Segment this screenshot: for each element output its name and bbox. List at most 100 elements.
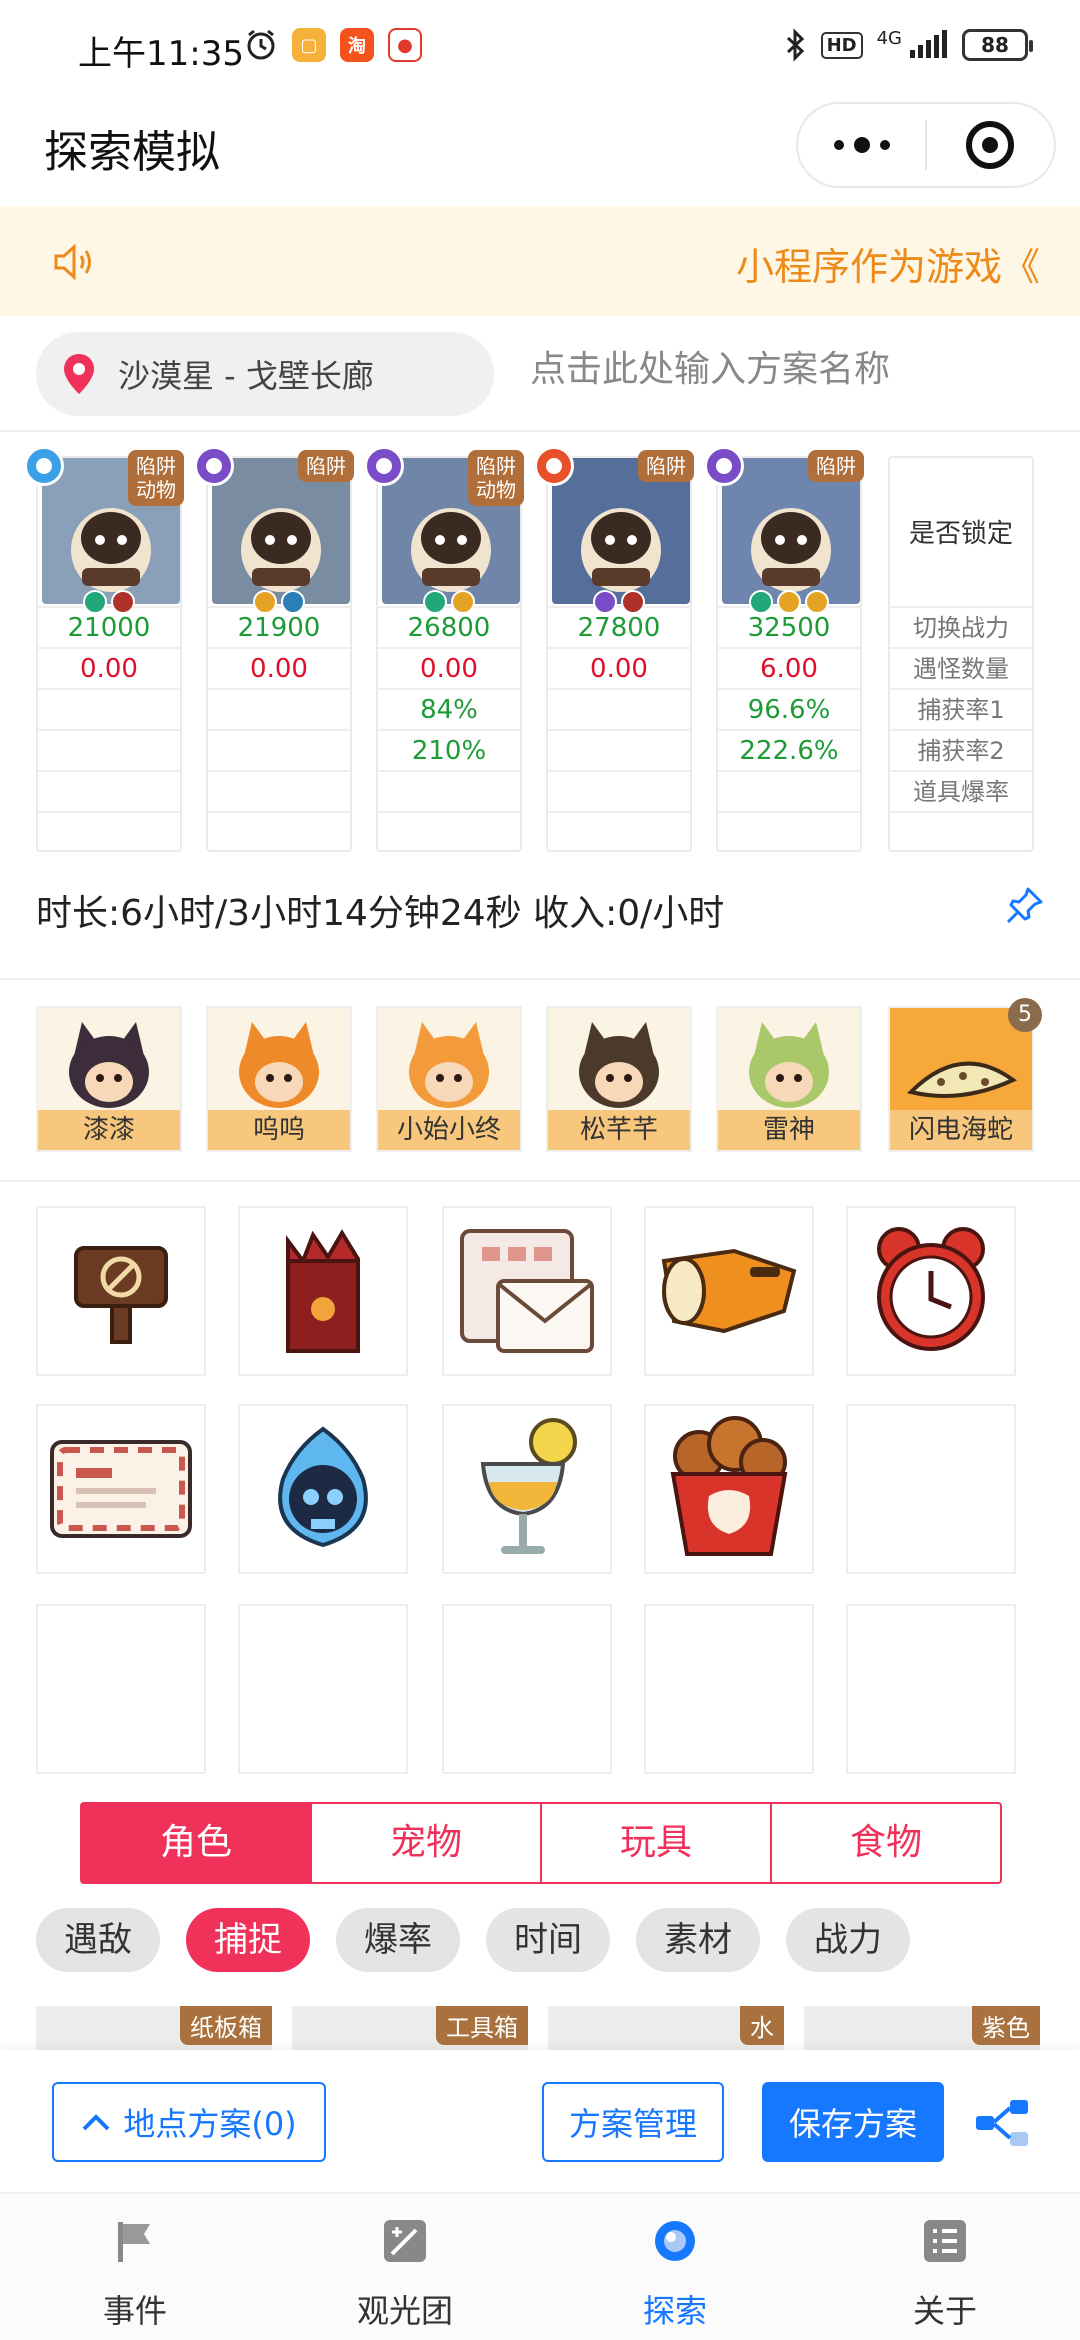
character-catch2-value: 210% xyxy=(378,729,520,770)
tab-label: 探索 xyxy=(642,2292,707,2330)
pet-card[interactable]: 呜呜 xyxy=(206,1006,352,1152)
gem-icon xyxy=(253,590,277,614)
character-tag: 陷阱 xyxy=(638,450,694,482)
chip-droprate[interactable]: 爆率 xyxy=(336,1908,460,1972)
empty-item-slot[interactable] xyxy=(846,1404,1016,1574)
lock-row-power[interactable]: 切换战力 xyxy=(890,606,1032,647)
plan-manage-button[interactable]: 方案管理 xyxy=(542,2082,724,2162)
character-empty-value xyxy=(38,811,180,852)
gem-icon xyxy=(83,590,107,614)
character-droprate-value xyxy=(208,770,350,811)
item-slot[interactable] xyxy=(442,1404,612,1574)
element-badge-icon xyxy=(534,446,574,486)
lock-row-catch1: 捕获率1 xyxy=(890,688,1032,729)
status-right: HD 4G 88 xyxy=(785,28,1033,62)
empty-item-slot[interactable] xyxy=(846,1604,1016,1774)
network-label: 4G xyxy=(876,28,902,49)
element-badge-icon xyxy=(704,446,744,486)
character-card[interactable]: 陷阱 27800 0.00 xyxy=(534,446,694,852)
chip-material[interactable]: 素材 xyxy=(636,1908,760,1972)
pet-portrait xyxy=(718,1008,860,1112)
item-slot[interactable] xyxy=(442,1206,612,1376)
chevron-up-icon xyxy=(82,2114,110,2131)
pet-name: 雷神 xyxy=(718,1110,860,1150)
character-droprate-value xyxy=(718,770,860,811)
chip-encounter[interactable]: 遇敌 xyxy=(36,1908,160,1972)
close-miniprogram-button[interactable] xyxy=(927,121,1054,169)
character-monsters-value: 6.00 xyxy=(718,647,860,688)
pet-card[interactable]: 松芊芊 xyxy=(546,1006,692,1152)
share-icon[interactable] xyxy=(974,2098,1034,2150)
empty-item-slot[interactable] xyxy=(36,1604,206,1774)
item-slot[interactable] xyxy=(846,1206,1016,1376)
pet-portrait xyxy=(378,1008,520,1112)
character-monsters-value: 0.00 xyxy=(548,647,690,688)
character-card[interactable]: 陷阱 21900 0.00 xyxy=(194,446,354,852)
character-empty-value xyxy=(718,811,860,852)
character-card[interactable]: 陷阱 动物 26800 0.00 84% 210% xyxy=(364,446,524,852)
character-card[interactable]: 陷阱 动物 21000 0.00 xyxy=(24,446,184,852)
pet-card[interactable]: 雷神 xyxy=(716,1006,862,1152)
character-monsters-value: 0.00 xyxy=(38,647,180,688)
character-catch2-value xyxy=(38,729,180,770)
character-card[interactable]: 陷阱 32500 6.00 96.6% 222.6% xyxy=(704,446,864,852)
signal-icon xyxy=(910,30,947,58)
pet-count-badge: 5 xyxy=(1008,998,1042,1032)
location-name: 沙漠星 - 戈壁长廊 xyxy=(118,357,374,395)
character-droprate-value xyxy=(548,770,690,811)
item-slot[interactable] xyxy=(36,1206,206,1376)
divider xyxy=(0,430,1080,432)
pet-card[interactable]: 小始小终 xyxy=(376,1006,522,1152)
notice-bar[interactable]: 小程序作为游戏《 xyxy=(0,206,1080,316)
list-icon xyxy=(924,2220,966,2262)
plan-name-input[interactable]: 点击此处输入方案名称 xyxy=(530,340,890,392)
duration-income-text: 时长:6小时/3小时14分钟24秒 收入:0/小时 xyxy=(36,893,725,934)
postcard-icon xyxy=(46,1434,196,1544)
empty-item-slot[interactable] xyxy=(644,1604,814,1774)
character-catch2-value: 222.6% xyxy=(718,729,860,770)
chip-capture[interactable]: 捕捉 xyxy=(186,1908,310,1972)
chip-time[interactable]: 时间 xyxy=(486,1908,610,1972)
pin-icon[interactable] xyxy=(1004,886,1044,926)
empty-item-slot[interactable] xyxy=(442,1604,612,1774)
item-slot[interactable] xyxy=(644,1404,814,1574)
empty-item-slot[interactable] xyxy=(238,1604,408,1774)
character-empty-value xyxy=(548,811,690,852)
segment-toy[interactable]: 玩具 xyxy=(542,1804,772,1882)
tab-events[interactable]: 事件 xyxy=(0,2194,270,2340)
tab-tour-group[interactable]: 观光团 xyxy=(270,2194,540,2340)
more-menu-button[interactable] xyxy=(798,137,925,153)
save-plan-button[interactable]: 保存方案 xyxy=(762,2082,944,2162)
gem-icons xyxy=(38,590,180,614)
segment-role[interactable]: 角色 xyxy=(82,1804,312,1882)
location-selector[interactable]: 沙漠星 - 戈壁长廊 xyxy=(36,332,494,416)
tab-about[interactable]: 关于 xyxy=(810,2194,1080,2340)
item-slot[interactable] xyxy=(36,1404,206,1574)
chip-power[interactable]: 战力 xyxy=(786,1908,910,1972)
tab-explore[interactable]: 探索 xyxy=(540,2194,810,2340)
gem-icon xyxy=(805,590,829,614)
gem-icons xyxy=(718,590,860,614)
notice-text: 小程序作为游戏《 xyxy=(735,245,1040,289)
segment-food[interactable]: 食物 xyxy=(772,1804,1000,1882)
no-sign-board-icon xyxy=(56,1226,186,1356)
item-tag: 工具箱 xyxy=(436,2006,528,2045)
item-slot[interactable] xyxy=(644,1206,814,1376)
gem-icon xyxy=(451,590,475,614)
location-pin-icon xyxy=(64,354,94,394)
location-plans-button[interactable]: 地点方案(0) xyxy=(52,2082,326,2162)
taobao-app-icon: 淘 xyxy=(340,28,374,62)
lock-row-catch2: 捕获率2 xyxy=(890,729,1032,770)
status-time: 上午11:35 xyxy=(78,34,244,74)
pet-card[interactable]: 闪电海蛇 xyxy=(888,1006,1034,1152)
item-slot[interactable] xyxy=(238,1206,408,1376)
pet-name: 小始小终 xyxy=(378,1110,520,1150)
nav-bar: 探索模拟 xyxy=(0,96,1080,206)
segment-pet[interactable]: 宠物 xyxy=(312,1804,542,1882)
item-tag: 紫色 xyxy=(972,2006,1040,2045)
page-title: 探索模拟 xyxy=(44,127,220,178)
lock-toggle[interactable]: 是否锁定 xyxy=(890,458,1032,604)
item-slot[interactable] xyxy=(238,1404,408,1574)
pet-card[interactable]: 漆漆 xyxy=(36,1006,182,1152)
character-droprate-value xyxy=(378,770,520,811)
